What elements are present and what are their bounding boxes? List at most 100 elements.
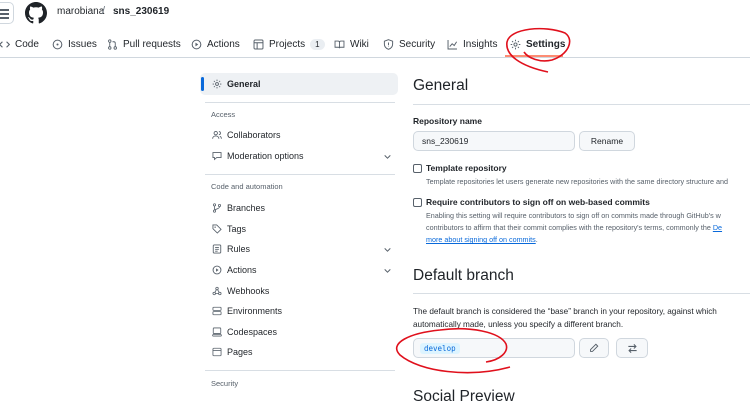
- graph-icon: [447, 39, 458, 49]
- tab-insights[interactable]: Insights: [447, 37, 497, 51]
- sidebar-item-actions[interactable]: Actions: [212, 263, 257, 277]
- projects-count-badge: 1: [310, 38, 325, 50]
- tab-pull-requests[interactable]: Pull requests: [107, 37, 181, 51]
- tab-security[interactable]: Security: [383, 37, 435, 51]
- play-icon: [191, 39, 202, 49]
- repo-name-label: Repository name: [413, 116, 482, 126]
- server-icon: [212, 306, 222, 316]
- sidebar-active-marker: [201, 77, 204, 91]
- template-repository-checkbox[interactable]: [413, 164, 422, 173]
- tab-settings[interactable]: Settings: [510, 37, 565, 51]
- pencil-icon: [590, 343, 599, 352]
- default-branch-description-line-2: automatically made, unless you specify a…: [413, 320, 624, 329]
- chevron-down-icon[interactable]: [383, 152, 392, 161]
- webhook-icon: [212, 286, 222, 296]
- pull-request-icon: [108, 38, 117, 50]
- sidebar-divider: [205, 370, 395, 371]
- dco-link[interactable]: De: [713, 223, 722, 232]
- switch-branch-button[interactable]: [616, 338, 648, 358]
- rules-icon: [212, 244, 222, 254]
- repo-owner-link[interactable]: marobiana: [57, 6, 104, 17]
- repo-name-link[interactable]: sns_230619: [113, 6, 169, 17]
- rename-button[interactable]: Rename: [579, 131, 635, 151]
- default-branch-name: develop: [420, 343, 460, 354]
- issue-icon: [52, 39, 63, 49]
- arrow-switch-icon: [627, 343, 637, 353]
- repo-header: marobiana / sns_230619 Code Issues Pull …: [0, 0, 750, 58]
- sidebar-heading-access: Access: [211, 110, 236, 119]
- signoff-description-period: .: [535, 235, 538, 244]
- codespaces-icon: [212, 327, 222, 337]
- sidebar-item-moderation[interactable]: Moderation options: [212, 149, 304, 163]
- chevron-down-icon[interactable]: [383, 266, 392, 275]
- section-divider: [413, 104, 750, 105]
- sidebar-item-label: Rules: [227, 244, 251, 254]
- social-preview-title: Social Preview: [413, 388, 515, 403]
- sidebar-item-label: Branches: [227, 203, 266, 213]
- tag-icon: [212, 224, 222, 234]
- sidebar-item-label: Codespaces: [227, 327, 278, 337]
- tab-wiki[interactable]: Wiki: [334, 37, 369, 51]
- sidebar-item-pages[interactable]: Pages: [212, 345, 253, 359]
- learn-more-signoff-link[interactable]: more about signing off on commits: [426, 235, 536, 244]
- repo-name-input[interactable]: [413, 131, 575, 151]
- selected-tab-indicator: [505, 55, 563, 57]
- path-separator: /: [102, 5, 106, 17]
- sidebar-item-branches[interactable]: Branches: [212, 201, 265, 215]
- sidebar-item-webhooks[interactable]: Webhooks: [212, 284, 269, 298]
- comment-icon: [212, 152, 222, 161]
- shield-icon: [383, 38, 394, 50]
- tab-issues-label: Issues: [68, 38, 97, 50]
- sidebar-item-label: Tags: [227, 224, 247, 234]
- book-icon: [334, 40, 345, 48]
- sidebar-item-label: Collaborators: [227, 130, 281, 140]
- tab-actions-label: Actions: [207, 38, 240, 50]
- tab-wiki-label: Wiki: [350, 38, 369, 50]
- sidebar-divider: [205, 174, 395, 175]
- sidebar-item-label: General: [227, 79, 261, 89]
- default-branch-description-line-1: The default branch is considered the “ba…: [413, 307, 717, 316]
- tab-pull-requests-label: Pull requests: [123, 38, 181, 50]
- tab-projects-label: Projects: [269, 38, 306, 50]
- template-repository-description: Template repositories let users generate…: [426, 177, 729, 186]
- branch-icon: [212, 203, 222, 213]
- browser-icon: [212, 347, 222, 357]
- sidebar-item-label: Moderation options: [227, 151, 304, 161]
- signoff-checkbox[interactable]: [413, 198, 422, 207]
- sidebar-item-tags[interactable]: Tags: [212, 222, 246, 236]
- sidebar-heading-code: Code and automation: [211, 182, 283, 191]
- sidebar-item-codespaces[interactable]: Codespaces: [212, 325, 277, 339]
- tab-code-label: Code: [15, 38, 39, 50]
- tab-code[interactable]: Code: [0, 37, 39, 51]
- page-title: General: [413, 77, 469, 94]
- code-icon: [0, 40, 10, 48]
- signoff-label: Require contributors to sign off on web-…: [426, 197, 650, 207]
- edit-branch-button[interactable]: [579, 338, 609, 358]
- signoff-description-line-1: Enabling this setting will require contr…: [426, 211, 721, 220]
- gear-icon: [510, 39, 521, 49]
- people-icon: [212, 130, 222, 139]
- table-icon: [253, 39, 264, 49]
- section-divider: [413, 293, 750, 294]
- sidebar-item-collaborators[interactable]: Collaborators: [212, 128, 281, 142]
- chevron-down-icon[interactable]: [383, 245, 392, 254]
- sidebar-item-label: Actions: [227, 265, 257, 275]
- hamburger-icon[interactable]: [0, 2, 14, 24]
- sidebar-item-label: Pages: [227, 347, 253, 357]
- gear-icon: [212, 79, 222, 89]
- default-branch-title: Default branch: [413, 267, 514, 284]
- signoff-description-text: contributors to affirm that their commit…: [426, 223, 711, 232]
- sidebar-item-general[interactable]: General: [212, 77, 261, 91]
- tab-issues[interactable]: Issues: [52, 37, 97, 51]
- sidebar-divider: [205, 102, 395, 103]
- sidebar-item-rules[interactable]: Rules: [212, 242, 250, 256]
- tab-projects[interactable]: Projects 1: [253, 37, 325, 51]
- sidebar-item-label: Environments: [227, 306, 283, 316]
- tab-security-label: Security: [399, 38, 436, 50]
- tab-actions[interactable]: Actions: [191, 37, 240, 51]
- tab-settings-label: Settings: [526, 38, 566, 50]
- sidebar-item-environments[interactable]: Environments: [212, 304, 282, 318]
- play-icon: [212, 265, 222, 275]
- github-mark-icon[interactable]: [25, 2, 47, 24]
- sidebar-heading-security: Security: [211, 379, 239, 388]
